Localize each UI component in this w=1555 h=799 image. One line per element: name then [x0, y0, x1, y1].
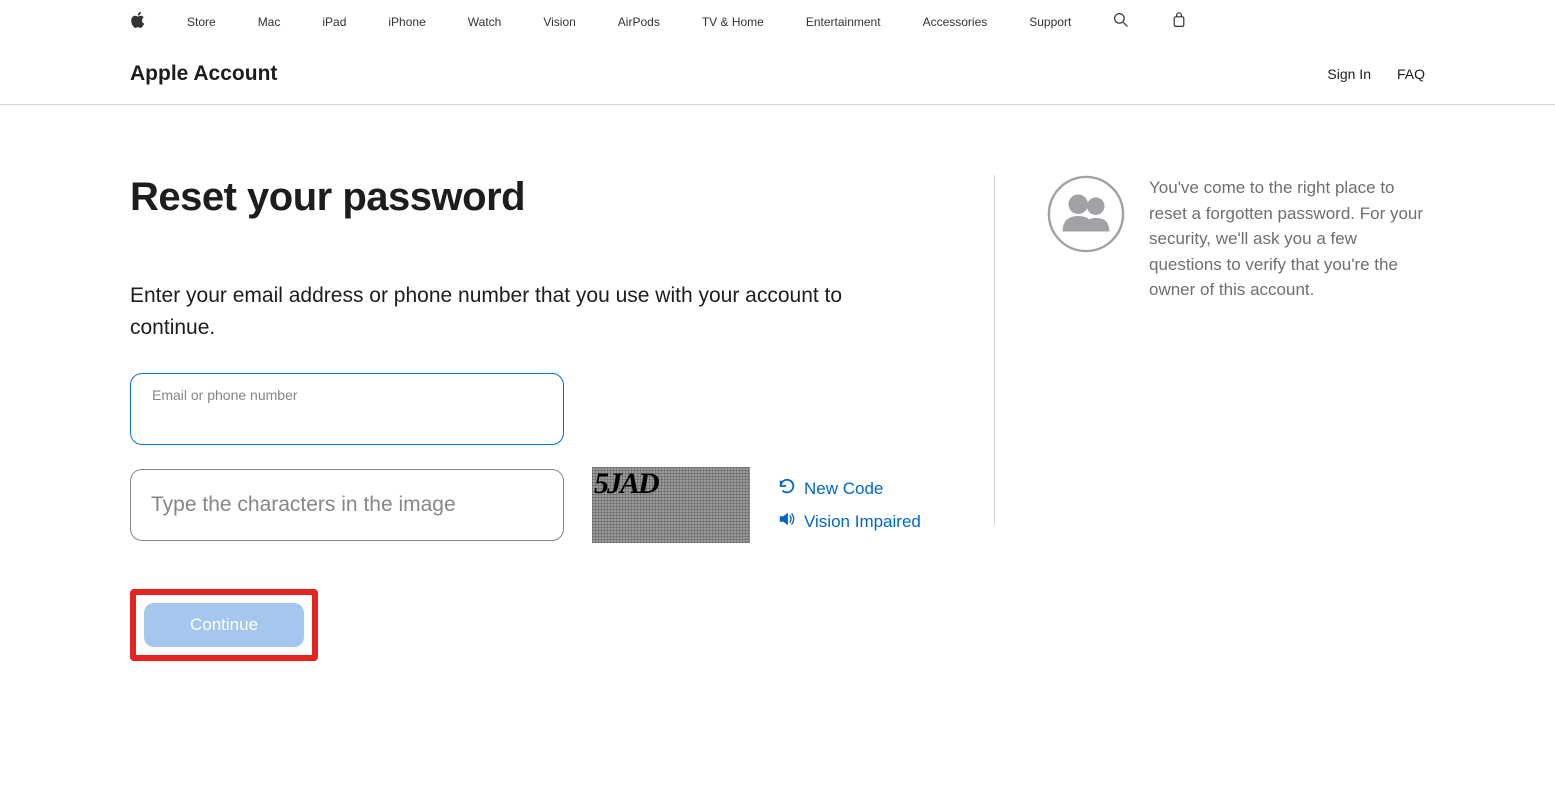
vision-impaired-label: Vision Impaired — [804, 512, 921, 532]
subnav-title: Apple Account — [130, 62, 277, 86]
nav-ipad[interactable]: iPad — [322, 15, 346, 29]
speaker-icon — [778, 510, 796, 533]
main-container: Reset your password Enter your email add… — [0, 105, 1555, 701]
nav-mac[interactable]: Mac — [258, 15, 281, 29]
faq-link[interactable]: FAQ — [1397, 66, 1425, 82]
captcha-image: 5JAD — [592, 467, 750, 543]
new-code-link[interactable]: New Code — [778, 477, 921, 500]
search-icon[interactable] — [1113, 11, 1129, 34]
people-icon — [1047, 175, 1125, 258]
captcha-input[interactable] — [130, 469, 564, 541]
instructions-text: Enter your email address or phone number… — [130, 280, 910, 343]
subnav: Apple Account Sign In FAQ — [0, 44, 1555, 105]
nav-store[interactable]: Store — [187, 15, 216, 29]
apple-logo-icon[interactable] — [130, 11, 145, 34]
nav-support[interactable]: Support — [1029, 15, 1071, 29]
nav-entertainment[interactable]: Entertainment — [806, 15, 881, 29]
page-heading: Reset your password — [130, 175, 994, 220]
signin-link[interactable]: Sign In — [1327, 66, 1371, 82]
bag-icon[interactable] — [1171, 11, 1187, 34]
vision-impaired-link[interactable]: Vision Impaired — [778, 510, 921, 533]
nav-airpods[interactable]: AirPods — [618, 15, 660, 29]
info-sidebar: You've come to the right place to reset … — [995, 175, 1425, 661]
refresh-icon — [778, 477, 796, 500]
continue-highlight: Continue — [130, 589, 318, 661]
email-input-group: Email or phone number — [130, 373, 994, 445]
nav-iphone[interactable]: iPhone — [388, 15, 425, 29]
nav-watch[interactable]: Watch — [468, 15, 502, 29]
nav-tvhome[interactable]: TV & Home — [702, 15, 764, 29]
nav-vision[interactable]: Vision — [543, 15, 575, 29]
new-code-label: New Code — [804, 479, 883, 499]
info-text: You've come to the right place to reset … — [1149, 175, 1425, 303]
global-nav: Store Mac iPad iPhone Watch Vision AirPo… — [0, 0, 1555, 44]
nav-accessories[interactable]: Accessories — [923, 15, 988, 29]
captcha-row: 5JAD New Code Vision Impaired — [130, 467, 994, 543]
email-input[interactable] — [130, 373, 564, 445]
continue-button[interactable]: Continue — [144, 603, 304, 647]
